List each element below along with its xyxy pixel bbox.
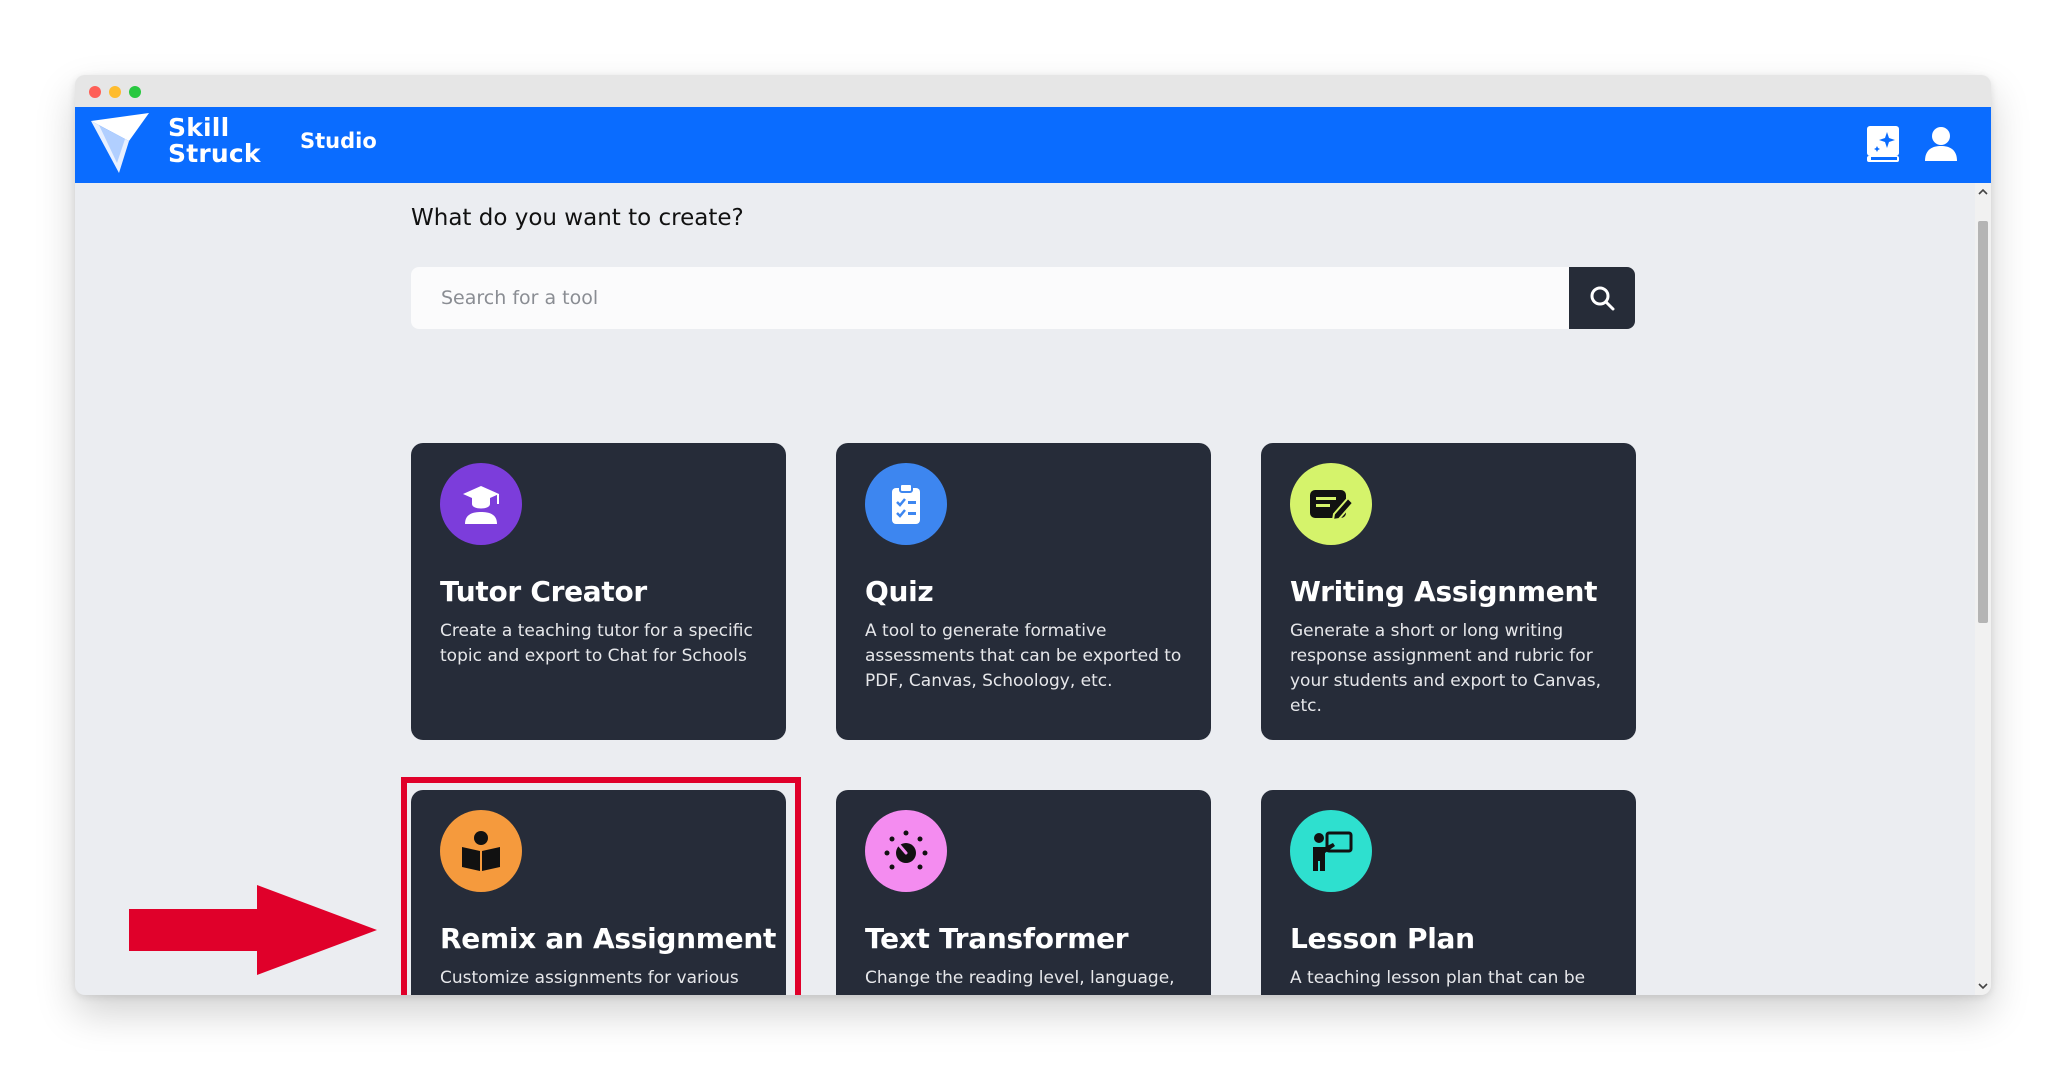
- card-description: Create a teaching tutor for a specific t…: [440, 621, 753, 666]
- reader-icon: [440, 810, 522, 892]
- card-description: Change the reading level, language, and …: [865, 968, 1176, 995]
- library-book-icon[interactable]: [1860, 121, 1906, 167]
- graduate-icon: [440, 463, 522, 545]
- window-titlebar: [75, 75, 1991, 107]
- main-content: What do you want to create? Tutor C: [75, 183, 1975, 995]
- nav-studio-link[interactable]: Studio: [300, 129, 377, 153]
- teacher-board-icon: [1290, 810, 1372, 892]
- vertical-scrollbar[interactable]: [1975, 183, 1991, 995]
- tool-search-bar: [411, 267, 1635, 329]
- scrollbar-thumb[interactable]: [1978, 221, 1988, 623]
- card-description: Customize assignments for various learni…: [440, 968, 758, 995]
- tool-card-text-transformer[interactable]: Text Transformer Change the reading leve…: [836, 790, 1211, 995]
- close-window-button[interactable]: [89, 86, 101, 98]
- user-profile-icon[interactable]: [1918, 121, 1964, 167]
- search-input[interactable]: [411, 267, 1571, 329]
- tool-card-tutor-creator[interactable]: Tutor Creator Create a teaching tutor fo…: [411, 443, 786, 740]
- card-title: Text Transformer: [865, 922, 1129, 955]
- scroll-down-icon[interactable]: [1978, 981, 1988, 991]
- card-title: Tutor Creator: [440, 575, 647, 608]
- page-heading: What do you want to create?: [411, 205, 744, 231]
- maximize-window-button[interactable]: [129, 86, 141, 98]
- pen-note-icon: [1290, 463, 1372, 545]
- brand-line-1: Skill: [168, 113, 230, 142]
- browser-window: Skill Struck Studio What do you want to …: [75, 75, 1991, 995]
- card-title: Quiz: [865, 575, 934, 608]
- brand-name[interactable]: Skill Struck: [168, 115, 261, 167]
- card-description: A tool to generate formative assessments…: [865, 621, 1182, 691]
- card-title: Writing Assignment: [1290, 575, 1598, 608]
- brand-line-2: Struck: [168, 139, 261, 168]
- pointer-arrow-icon: [129, 885, 377, 975]
- card-title: Lesson Plan: [1290, 922, 1475, 955]
- minimize-window-button[interactable]: [109, 86, 121, 98]
- tool-card-remix-assignment[interactable]: Remix an Assignment Customize assignment…: [411, 790, 786, 995]
- card-description: Generate a short or long writing respons…: [1290, 621, 1602, 716]
- sparkle-dial-icon: [865, 810, 947, 892]
- tool-card-writing-assignment[interactable]: Writing Assignment Generate a short or l…: [1261, 443, 1636, 740]
- skillstruck-logo-icon[interactable]: [89, 111, 153, 175]
- tool-card-lesson-plan[interactable]: Lesson Plan A teaching lesson plan that …: [1261, 790, 1636, 995]
- clipboard-check-icon: [865, 463, 947, 545]
- scroll-up-icon[interactable]: [1978, 187, 1988, 197]
- tool-card-quiz[interactable]: Quiz A tool to generate formative assess…: [836, 443, 1211, 740]
- card-title: Remix an Assignment: [440, 922, 777, 955]
- search-icon: [1590, 286, 1615, 311]
- search-button[interactable]: [1569, 267, 1635, 329]
- card-description: A teaching lesson plan that can be expor…: [1290, 968, 1586, 995]
- app-header: Skill Struck Studio: [75, 107, 1991, 183]
